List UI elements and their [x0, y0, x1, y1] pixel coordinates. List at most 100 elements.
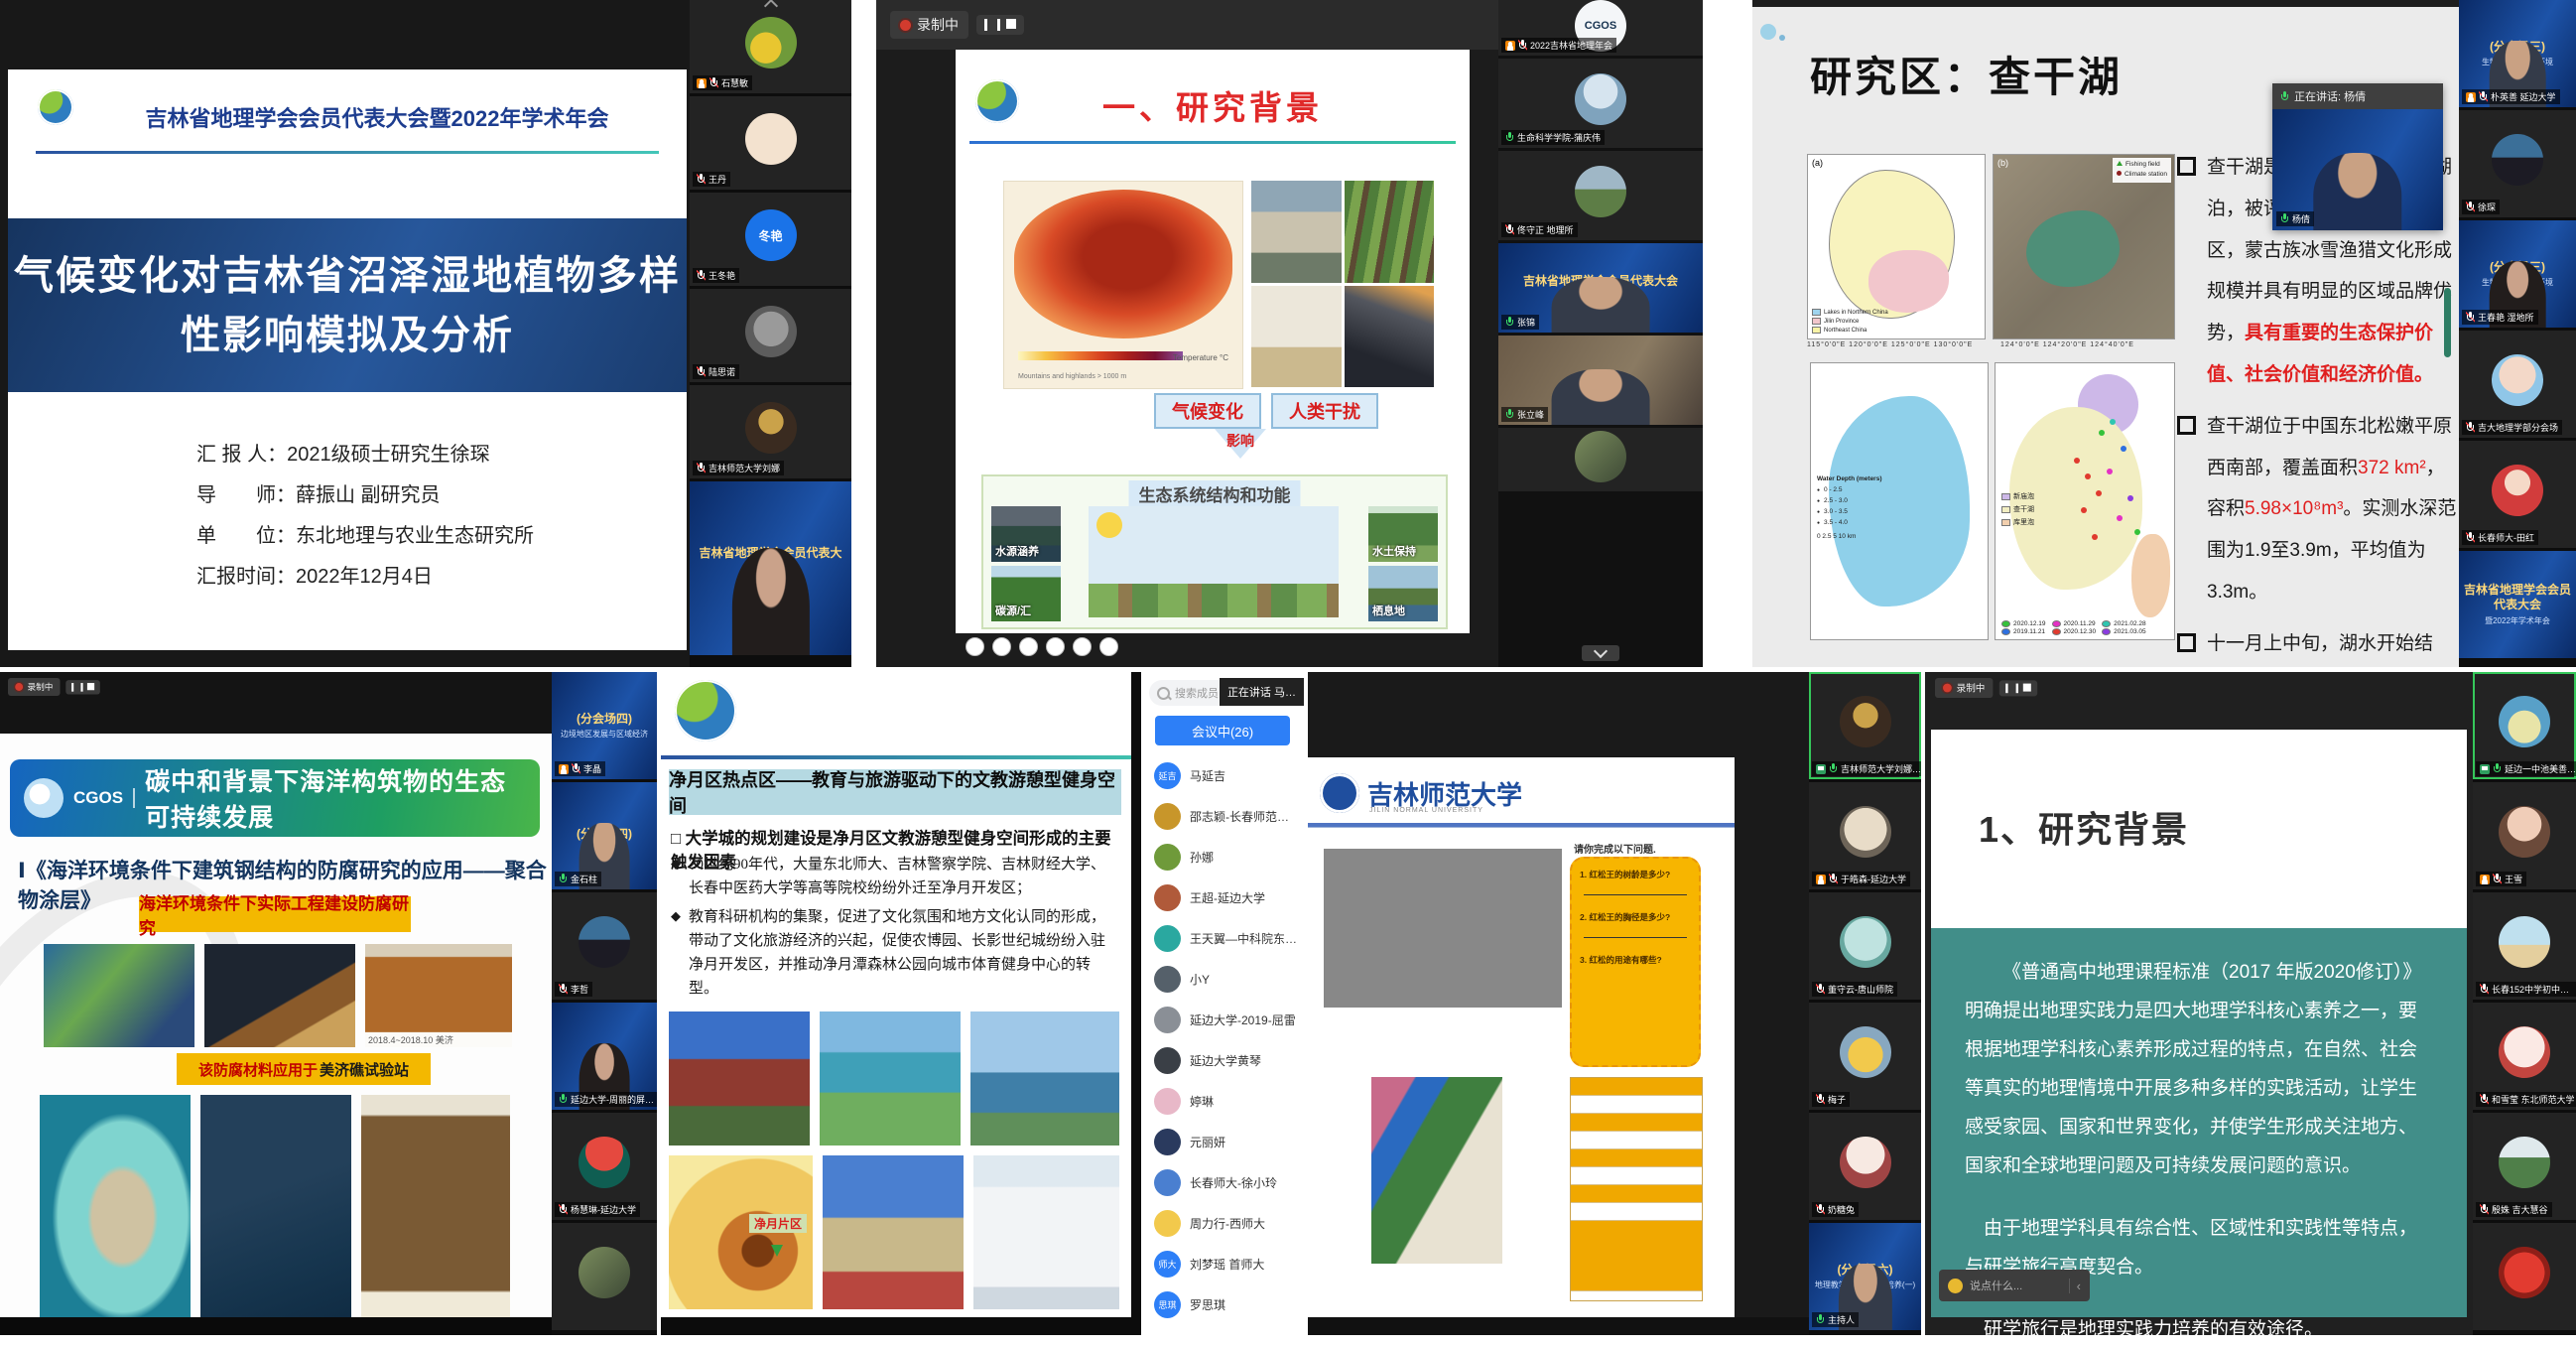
participant-tile[interactable]: 吉大地理学部分会场: [2459, 331, 2576, 438]
member-row[interactable]: 长春师大-徐小玲: [1141, 1162, 1304, 1203]
participant-tile[interactable]: 奶糖兔: [1809, 1113, 1921, 1220]
participant-tile[interactable]: 陆思诺: [690, 289, 851, 382]
avatar: [1154, 884, 1181, 911]
pause-recording-button[interactable]: [984, 19, 1000, 31]
member-row[interactable]: 王天翼—中科院东北地理: [1141, 918, 1304, 959]
recording-toolbar: 录制中: [8, 678, 100, 696]
participant-tile[interactable]: 长春152中学初中地理: [2473, 892, 2576, 1000]
presenter-icon: [697, 78, 707, 88]
pause-recording-button[interactable]: [2005, 683, 2018, 693]
participant-name-label: 吉林师范大学刘娜: [693, 461, 784, 475]
eraser-tool-button[interactable]: [1046, 637, 1065, 656]
scrollbar-thumb[interactable]: [2444, 288, 2451, 357]
avatar: [2499, 696, 2550, 747]
tag-human-disturbance: 人类干扰: [1271, 393, 1378, 429]
presentation-title: 气候变化对吉林省沼泽湿地植物多样性影响模拟及分析: [8, 246, 687, 365]
participant-tile[interactable]: (分会场六) 地理教学与实践能力培养(一) 主持人: [1809, 1223, 1921, 1330]
next-slide-button[interactable]: [992, 637, 1011, 656]
participant-tile[interactable]: 冬艳 王冬艳: [690, 193, 851, 286]
participant-tile[interactable]: 和雪莹 东北师范大学: [2473, 1003, 2576, 1110]
participant-tile[interactable]: 延边一中池美善的屏幕共享: [2473, 672, 2576, 779]
participant-tile[interactable]: 张立峰: [1498, 336, 1703, 425]
participant-tile[interactable]: 生命科学学院-蒲庆伟: [1498, 59, 1703, 148]
colorbar-label: Temperature °C: [1173, 353, 1228, 362]
recording-label: 录制中: [917, 15, 959, 35]
participant-tile[interactable]: (分会场四) 边境地区发展与区域经济 李晶: [552, 672, 657, 779]
stop-recording-button[interactable]: [87, 683, 94, 690]
member-row[interactable]: 王超-延边大学: [1141, 877, 1304, 918]
participant-tile[interactable]: 杨慧琳-延边大学: [552, 1113, 657, 1220]
participant-tile[interactable]: [552, 1223, 657, 1330]
participant-tile[interactable]: [1498, 428, 1703, 491]
participant-name-label: 张锦: [1501, 315, 1539, 330]
collapse-chat-icon[interactable]: ‹: [2069, 1279, 2081, 1293]
participant-tile[interactable]: 徐琛: [2459, 110, 2576, 217]
app-bubble-icon[interactable]: [1760, 24, 1776, 40]
slide-title: 研究区：查干湖: [1810, 44, 2123, 104]
member-row[interactable]: 思琪 罗思琪: [1141, 1284, 1304, 1325]
participant-tile[interactable]: 石慧敏: [690, 0, 851, 93]
map-label: (b): [1997, 158, 2008, 168]
member-row[interactable]: 元丽妍: [1141, 1122, 1304, 1162]
mic-icon: [572, 763, 580, 774]
member-row[interactable]: 婷琳: [1141, 1081, 1304, 1122]
participant-tile[interactable]: 殷姝 吉大慧谷: [2473, 1113, 2576, 1220]
question-3: 3. 红松的用途有哪些?: [1580, 954, 1691, 966]
mic-icon: [559, 1204, 568, 1215]
member-row[interactable]: 邵志颖-长春师范大学: [1141, 796, 1304, 837]
participant-tile[interactable]: 吉林省地理学会会员代表大会 暨2022年学术年会: [2459, 551, 2576, 658]
cgos-logo-icon: [24, 778, 64, 818]
collapse-sidebar-button[interactable]: [1582, 645, 1619, 661]
participant-tile[interactable]: (分会场四) 金石柱: [552, 782, 657, 889]
stop-recording-button[interactable]: [1006, 19, 1016, 29]
participant-tile[interactable]: 吉林省地理学会会员代表大会 暨2022年学术年会: [690, 481, 851, 655]
participant-tile[interactable]: 吉林省地理学会会员代表大会 暨2022年学术年会 张锦: [1498, 243, 1703, 333]
member-row[interactable]: 小Y: [1141, 959, 1304, 1000]
avatar: [1840, 696, 1891, 747]
participant-tile[interactable]: 延边大学-周丽的屏幕共享: [552, 1003, 657, 1110]
participant-tile[interactable]: 董守云-唐山师院: [1809, 892, 1921, 1000]
member-row[interactable]: 师大 刘梦瑶 首师大: [1141, 1244, 1304, 1284]
chat-input[interactable]: 说点什么... ‹: [1939, 1270, 2090, 1301]
participant-name-label: 李晶: [555, 761, 605, 776]
stop-recording-button[interactable]: [2023, 683, 2031, 691]
search-placeholder: 搜索成员: [1175, 685, 1219, 701]
participant-tile[interactable]: 王雪: [2473, 782, 2576, 889]
satellite-map-b: (b) Fishing field Climate station: [1993, 154, 2175, 339]
participant-tile[interactable]: 李哲: [552, 892, 657, 1000]
participant-tile[interactable]: 吉林师范大学刘娜: [690, 385, 851, 478]
member-row[interactable]: 延吉 马延吉: [1141, 755, 1304, 796]
avatar: [1154, 1007, 1181, 1033]
rust-sample-photo: 2018.4~2018.10 美济: [365, 944, 512, 1047]
member-row[interactable]: 延边大学-2019-屈雷: [1141, 1000, 1304, 1040]
participant-tile[interactable]: 佟守正 地理所: [1498, 151, 1703, 240]
member-row[interactable]: 延边大学黄琴: [1141, 1040, 1304, 1081]
participant-tile[interactable]: 吉林师范大学刘娜的屏幕共享: [1809, 672, 1921, 779]
pause-recording-button[interactable]: [71, 683, 83, 692]
participant-tile[interactable]: (分会场三) 生物地理与生态环境 朴英善 延边大学: [2459, 0, 2576, 107]
mic-icon: [559, 984, 568, 995]
in-meeting-tab-button[interactable]: 会议中(26): [1155, 716, 1290, 745]
avatar: [579, 1137, 630, 1188]
participant-tile[interactable]: [2473, 1223, 2576, 1330]
water-conservation-photo: 水源涵养: [991, 506, 1061, 562]
active-speaker-overlay[interactable]: 正在讲话: 杨倩 杨倩: [2272, 83, 2443, 230]
participant-tile[interactable]: 王丹: [690, 96, 851, 190]
member-name: 刘梦瑶 首师大: [1190, 1256, 1264, 1273]
banner-title: 碳中和背景下海洋构筑物的生态可持续发展: [145, 762, 526, 834]
participant-tile[interactable]: 长春师大-田红: [2459, 441, 2576, 548]
more-tools-button[interactable]: [1099, 637, 1118, 656]
member-row[interactable]: 孙娜: [1141, 837, 1304, 877]
participant-tile[interactable]: CGOS 2022吉林省地理年会: [1498, 0, 1703, 56]
study-area-map-a: (a) Lakes in Northern China Jilin Provin…: [1807, 154, 1986, 339]
participant-tile[interactable]: (分会场三) 生物地理与生态环境 王春艳 湿地所: [2459, 220, 2576, 328]
participant-tile[interactable]: 于皓森-延边大学: [1809, 782, 1921, 889]
participant-tile[interactable]: 梅子: [1809, 1003, 1921, 1110]
info-line: 汇 报 人：2021级硕士研究生徐琛: [196, 435, 534, 475]
emoji-icon[interactable]: [1948, 1279, 1963, 1293]
yellow-label-1: 海洋环境条件下实际工程建设防腐研究: [139, 896, 411, 932]
prev-slide-button[interactable]: [966, 637, 984, 656]
member-row[interactable]: 周力行-西师大: [1141, 1203, 1304, 1244]
zoom-tool-button[interactable]: [1073, 637, 1092, 656]
pen-tool-button[interactable]: [1019, 637, 1038, 656]
